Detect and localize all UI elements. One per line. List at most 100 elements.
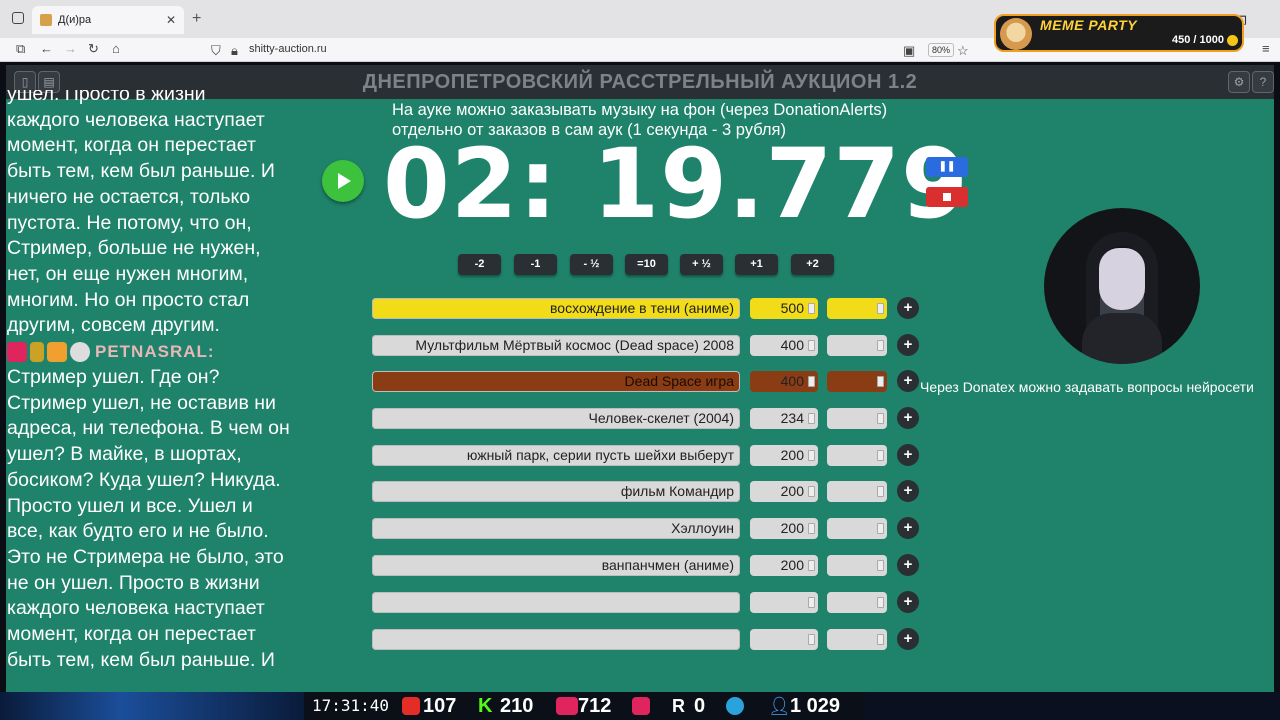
time-adjust-button[interactable]: - ½ xyxy=(570,254,613,275)
spinner-icon[interactable] xyxy=(877,634,884,645)
tab-favicon-icon xyxy=(40,14,52,26)
lot-name-field[interactable]: Dead Space игра xyxy=(372,371,740,392)
lot-name-field[interactable]: южный парк, серии пусть шейхи выберут xyxy=(372,445,740,466)
avatar-face xyxy=(1099,248,1145,310)
lot-name-field[interactable]: восхождение в тени (аниме) xyxy=(372,298,740,319)
lot-amount-field[interactable]: 400 xyxy=(750,371,818,392)
time-adjust-button[interactable]: + ½ xyxy=(680,254,723,275)
new-tab-icon[interactable]: + xyxy=(192,10,201,28)
lot-add-amount-field[interactable] xyxy=(827,518,887,539)
spinner-icon[interactable] xyxy=(877,597,884,608)
spinner-icon[interactable] xyxy=(808,634,815,645)
lot-name-field[interactable] xyxy=(372,629,740,650)
time-adjust-button[interactable]: -2 xyxy=(458,254,501,275)
lot-amount-field[interactable] xyxy=(750,629,818,650)
lot-amount-field[interactable]: 400 xyxy=(750,335,818,356)
forward-icon[interactable]: → xyxy=(64,41,77,56)
spinner-icon[interactable] xyxy=(808,413,815,424)
spinner-icon[interactable] xyxy=(877,413,884,424)
close-tab-icon[interactable]: ✕ xyxy=(166,6,176,34)
lot-add-amount-field[interactable] xyxy=(827,481,887,502)
lot-amount-value: 500 xyxy=(780,300,804,316)
site-info-icon[interactable]: ⛉ xyxy=(211,43,221,59)
lot-amount-field[interactable]: 500 xyxy=(750,298,818,319)
url-bar[interactable]: ⛉ 🔒︎ shitty-auction.ru ▣ 80% ☆ xyxy=(205,40,975,60)
auction-timer: 02: 19.779 xyxy=(383,128,969,240)
lot-amount-value: 400 xyxy=(780,337,804,353)
lot-add-amount-field[interactable] xyxy=(827,592,887,613)
zoom-level[interactable]: 80% xyxy=(928,43,955,57)
browser-tab[interactable]: Д(и)ра ✕ xyxy=(32,6,184,34)
spinner-icon[interactable] xyxy=(808,486,815,497)
play-platform-icon xyxy=(632,697,650,715)
reload-icon[interactable]: ↻ xyxy=(88,41,99,57)
lot-amount-field[interactable]: 200 xyxy=(750,481,818,502)
lot-amount-field[interactable] xyxy=(750,592,818,613)
lot-name-field[interactable]: Хэллоуин xyxy=(372,518,740,539)
stop-button[interactable] xyxy=(926,187,968,207)
lot-amount-value: 200 xyxy=(780,557,804,573)
reader-icon[interactable]: ▣ xyxy=(903,43,915,59)
bookmark-star-icon[interactable]: ☆ xyxy=(957,43,969,59)
time-adjust-button[interactable]: -1 xyxy=(514,254,557,275)
add-amount-button[interactable]: + xyxy=(897,370,919,392)
spinner-icon[interactable] xyxy=(808,340,815,351)
home-icon[interactable]: ⌂ xyxy=(112,41,120,56)
add-amount-button[interactable]: + xyxy=(897,554,919,576)
add-amount-button[interactable]: + xyxy=(897,334,919,356)
kick-icon: K xyxy=(478,696,496,716)
lot-name-field[interactable]: Человек-скелет (2004) xyxy=(372,408,740,429)
add-amount-button[interactable]: + xyxy=(897,591,919,613)
live-count: 712 xyxy=(578,695,612,717)
lot-add-amount-field[interactable] xyxy=(827,555,887,576)
add-amount-button[interactable]: + xyxy=(897,480,919,502)
lot-name-field[interactable]: ванпанчмен (аниме) xyxy=(372,555,740,576)
spinner-icon[interactable] xyxy=(877,450,884,461)
spinner-icon[interactable] xyxy=(877,376,884,387)
sidebar-toggle-icon[interactable]: ⧉ xyxy=(16,41,25,57)
lot-amount-field[interactable]: 234 xyxy=(750,408,818,429)
lot-name-field[interactable]: Мультфильм Мёртвый космос (Dead space) 2… xyxy=(372,335,740,356)
play-button[interactable] xyxy=(322,160,364,202)
meme-party-title: MEME PARTY xyxy=(1040,17,1138,33)
spinner-icon[interactable] xyxy=(808,597,815,608)
back-icon[interactable]: ← xyxy=(40,41,53,56)
spinner-icon[interactable] xyxy=(877,303,884,314)
menu-icon[interactable]: ≡ xyxy=(1262,41,1270,56)
lot-add-amount-field[interactable] xyxy=(827,408,887,429)
add-amount-button[interactable]: + xyxy=(897,628,919,650)
spinner-icon[interactable] xyxy=(808,376,815,387)
add-amount-button[interactable]: + xyxy=(897,444,919,466)
add-amount-button[interactable]: + xyxy=(897,407,919,429)
coin-icon xyxy=(1227,35,1238,46)
lot-name-field[interactable]: фильм Командир xyxy=(372,481,740,502)
spinner-icon[interactable] xyxy=(877,340,884,351)
time-adjust-button[interactable]: +1 xyxy=(735,254,778,275)
lot-amount-field[interactable]: 200 xyxy=(750,555,818,576)
spinner-icon[interactable] xyxy=(877,486,884,497)
time-adjust-button[interactable]: +2 xyxy=(791,254,834,275)
spinner-icon[interactable] xyxy=(808,523,815,534)
lot-amount-field[interactable]: 200 xyxy=(750,445,818,466)
add-amount-button[interactable]: + xyxy=(897,297,919,319)
pause-button[interactable]: ❚❚ xyxy=(926,157,968,177)
lot-add-amount-field[interactable] xyxy=(827,629,887,650)
time-adjust-button[interactable]: =10 xyxy=(625,254,668,275)
lot-add-amount-field[interactable] xyxy=(827,371,887,392)
spinner-icon[interactable] xyxy=(808,560,815,571)
lot-amount-field[interactable]: 200 xyxy=(750,518,818,539)
lot-add-amount-field[interactable] xyxy=(827,335,887,356)
tab-list-icon[interactable] xyxy=(12,12,24,24)
lot-add-amount-field[interactable] xyxy=(827,298,887,319)
spinner-icon[interactable] xyxy=(877,560,884,571)
chat-nickname: PETNASRAL: xyxy=(95,342,215,362)
settings-gear-icon[interactable]: ⚙ xyxy=(1228,71,1250,93)
spinner-icon[interactable] xyxy=(877,523,884,534)
spinner-icon[interactable] xyxy=(808,450,815,461)
add-amount-button[interactable]: + xyxy=(897,517,919,539)
lot-amount-value: 200 xyxy=(780,447,804,463)
lot-name-field[interactable] xyxy=(372,592,740,613)
spinner-icon[interactable] xyxy=(808,303,815,314)
lot-add-amount-field[interactable] xyxy=(827,445,887,466)
help-icon[interactable]: ? xyxy=(1252,71,1274,93)
